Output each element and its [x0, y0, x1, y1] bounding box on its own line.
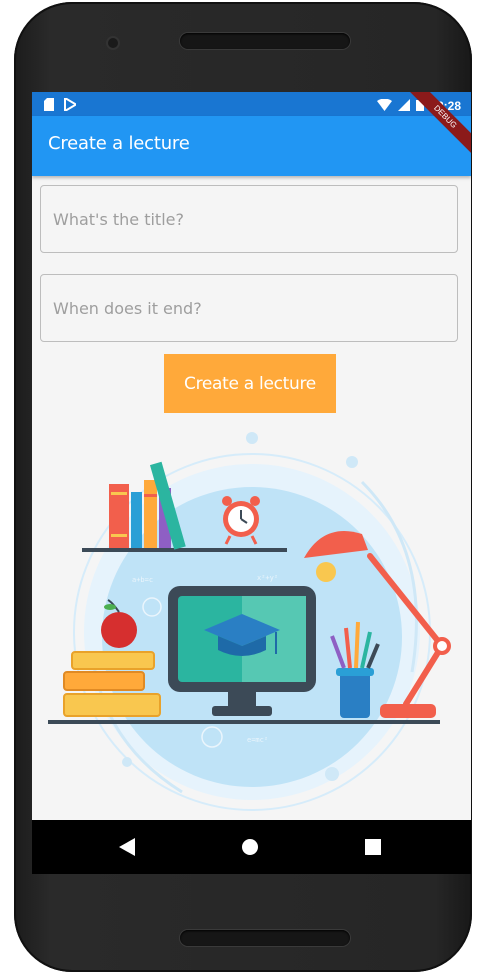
back-button[interactable] — [87, 820, 167, 874]
app-screen: 12:28 Create a lecture DEBUG Create a le… — [32, 92, 471, 874]
book-stack — [63, 693, 161, 717]
pencil — [354, 621, 360, 669]
bg-dot — [246, 432, 258, 444]
formula-doodle: a+b=c — [132, 576, 153, 584]
education-illustration: a+b=c x²+y² e=mc² — [48, 432, 451, 811]
home-button[interactable] — [210, 820, 290, 874]
clock-bell — [222, 496, 232, 506]
apple-icon — [101, 612, 137, 648]
back-icon — [119, 838, 135, 856]
monitor-neck — [228, 692, 256, 706]
top-speaker — [180, 33, 350, 49]
status-bar: 12:28 — [32, 92, 471, 116]
bottom-speaker — [180, 930, 350, 946]
desk-surface — [48, 720, 440, 724]
cup-rim — [336, 668, 374, 676]
end-time-input[interactable] — [41, 275, 457, 341]
title-input[interactable] — [41, 186, 457, 252]
book — [144, 480, 157, 548]
monitor-base — [212, 706, 272, 716]
top-shelf — [82, 548, 287, 552]
front-camera — [108, 38, 118, 48]
lamp-bulb — [316, 562, 336, 582]
sd-card-icon — [44, 96, 54, 115]
clock-bell — [250, 496, 260, 506]
apple-leaf — [104, 604, 116, 610]
signal-icon — [398, 96, 411, 115]
system-nav-bar — [32, 820, 471, 874]
book-stripe — [111, 534, 127, 537]
bg-dot — [325, 767, 339, 781]
bg-dot — [122, 757, 132, 767]
formula-doodle: e=mc² — [247, 736, 268, 744]
play-store-icon — [64, 96, 78, 115]
book-stack — [71, 651, 155, 670]
end-time-field[interactable] — [40, 274, 458, 342]
book-stripe — [111, 492, 127, 495]
book-stripe — [144, 494, 157, 497]
formula-doodle: x²+y² — [257, 574, 278, 582]
home-icon — [242, 839, 258, 855]
recents-button[interactable] — [333, 820, 413, 874]
bg-dot — [346, 456, 358, 468]
page-title: Create a lecture — [48, 133, 190, 154]
title-field[interactable] — [40, 185, 458, 253]
book — [131, 492, 142, 548]
wifi-icon — [377, 96, 393, 115]
recents-icon — [365, 839, 381, 855]
book-stack — [63, 671, 145, 691]
lamp-joint — [433, 637, 451, 655]
create-lecture-button[interactable]: Create a lecture — [164, 354, 336, 413]
app-bar: Create a lecture — [32, 116, 471, 176]
pencil-cup — [340, 672, 370, 718]
